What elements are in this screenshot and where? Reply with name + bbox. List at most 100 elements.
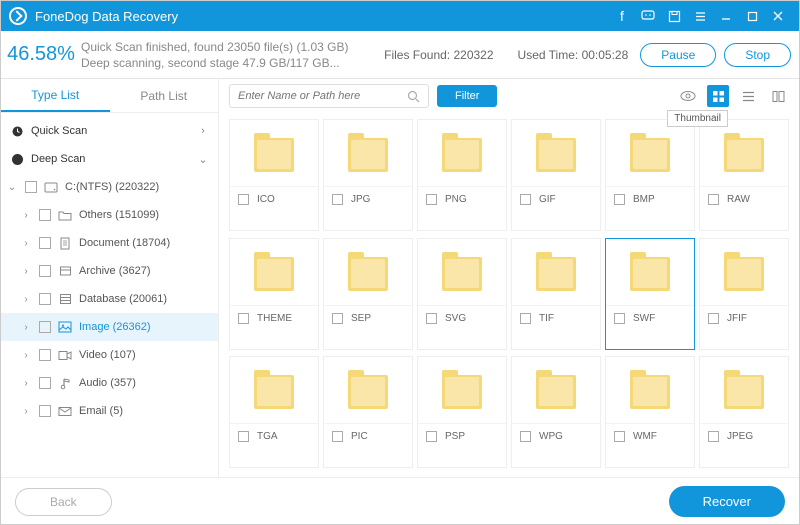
found-value: 220322 (453, 48, 493, 62)
checkbox[interactable] (39, 405, 51, 417)
tab-type-list[interactable]: Type List (1, 79, 110, 112)
folder-grid: ICO JPGPNG GIF BMP RAW THEMESEP SVG TIFSWFJFIF T… (219, 113, 799, 477)
feedback-icon[interactable] (635, 3, 661, 29)
folder-card[interactable]: TGA (229, 356, 319, 468)
tree-label: Others (151099) (79, 209, 210, 221)
tree-label: Database (20061) (79, 293, 210, 305)
save-icon[interactable] (661, 3, 687, 29)
tree-item-audio[interactable]: ›Audio (357) (1, 369, 218, 397)
checkbox[interactable] (614, 194, 625, 205)
folder-card[interactable]: WMF (605, 356, 695, 468)
checkbox[interactable] (39, 209, 51, 221)
stop-button[interactable]: Stop (724, 43, 791, 67)
chevron-right-icon: › (196, 125, 210, 137)
menu-icon[interactable] (687, 3, 713, 29)
checkbox[interactable] (520, 313, 531, 324)
preview-icon[interactable] (677, 85, 699, 107)
tree-quick-scan[interactable]: Quick Scan › (1, 117, 218, 145)
checkbox[interactable] (520, 431, 531, 442)
checkbox[interactable] (614, 313, 625, 324)
checkbox[interactable] (520, 194, 531, 205)
tree-item-video[interactable]: ›Video (107) (1, 341, 218, 369)
folder-card[interactable]: PSP (417, 356, 507, 468)
folder-card[interactable]: JFIF (699, 238, 789, 350)
folder-card[interactable]: PNG (417, 119, 507, 231)
checkbox[interactable] (25, 181, 37, 193)
folder-card[interactable]: WPG (511, 356, 601, 468)
checkbox[interactable] (238, 313, 249, 324)
recover-button[interactable]: Recover (669, 486, 785, 517)
time-label: Used Time: (518, 48, 579, 62)
folder-card[interactable]: RAW (699, 119, 789, 231)
folder-card[interactable]: JPEG (699, 356, 789, 468)
tree-item-archive[interactable]: ›Archive (3627) (1, 257, 218, 285)
folder-icon (536, 375, 576, 409)
search-field[interactable] (238, 90, 407, 102)
checkbox[interactable] (39, 265, 51, 277)
tree-item-email[interactable]: ›Email (5) (1, 397, 218, 425)
checkbox[interactable] (39, 377, 51, 389)
folder-card[interactable]: GIF (511, 119, 601, 231)
folder-card[interactable]: THEME (229, 238, 319, 350)
folder-icon (536, 138, 576, 172)
tree-drive[interactable]: ⌄ C:(NTFS) (220322) (1, 173, 218, 201)
audio-icon (57, 376, 73, 390)
toolbar: Filter Thumbnail (219, 79, 799, 113)
close-icon[interactable] (765, 3, 791, 29)
checkbox[interactable] (39, 321, 51, 333)
folder-icon (724, 257, 764, 291)
checkbox[interactable] (332, 431, 343, 442)
pause-button[interactable]: Pause (640, 43, 716, 67)
folder-card[interactable]: SWF (605, 238, 695, 350)
tree-label: Document (18704) (79, 237, 210, 249)
tree-item-doc[interactable]: ›Document (18704) (1, 229, 218, 257)
folder-name: GIF (539, 194, 556, 205)
checkbox[interactable] (39, 349, 51, 361)
checkbox[interactable] (332, 313, 343, 324)
folder-card[interactable]: SEP (323, 238, 413, 350)
folder-name: BMP (633, 194, 655, 205)
tab-path-list[interactable]: Path List (110, 79, 219, 112)
folder-name: PIC (351, 431, 368, 442)
folder-card[interactable]: JPG (323, 119, 413, 231)
view-thumbnail-button[interactable]: Thumbnail (707, 85, 729, 107)
tree-item-image[interactable]: ›Image (26362) (1, 313, 218, 341)
search-input[interactable] (229, 84, 429, 108)
tree-item-db[interactable]: ›Database (20061) (1, 285, 218, 313)
folder-icon (630, 138, 670, 172)
checkbox[interactable] (708, 194, 719, 205)
folder-name: SVG (445, 313, 466, 324)
folder-card[interactable]: SVG (417, 238, 507, 350)
folder-card[interactable]: ICO (229, 119, 319, 231)
checkbox[interactable] (426, 194, 437, 205)
folder-card[interactable]: PIC (323, 356, 413, 468)
tree-deep-scan[interactable]: Deep Scan ⌄ (1, 145, 218, 173)
checkbox[interactable] (332, 194, 343, 205)
folder-name: RAW (727, 194, 750, 205)
back-button[interactable]: Back (15, 488, 112, 516)
filter-button[interactable]: Filter (437, 85, 497, 107)
folder-name: ICO (257, 194, 275, 205)
facebook-icon[interactable]: f (609, 3, 635, 29)
checkbox[interactable] (238, 194, 249, 205)
view-detail-button[interactable] (767, 85, 789, 107)
chevron-right-icon: › (19, 210, 33, 221)
checkbox[interactable] (39, 293, 51, 305)
folder-card[interactable]: TIF (511, 238, 601, 350)
folder-name: TGA (257, 431, 278, 442)
tree-item-folder[interactable]: › Others (151099) (1, 201, 218, 229)
maximize-icon[interactable] (739, 3, 765, 29)
view-list-button[interactable] (737, 85, 759, 107)
checkbox[interactable] (426, 313, 437, 324)
checkbox[interactable] (39, 237, 51, 249)
checkbox[interactable] (708, 431, 719, 442)
folder-icon (724, 138, 764, 172)
folder-card[interactable]: BMP (605, 119, 695, 231)
app-logo-icon (9, 7, 27, 25)
minimize-icon[interactable] (713, 3, 739, 29)
checkbox[interactable] (708, 313, 719, 324)
folder-icon (442, 257, 482, 291)
checkbox[interactable] (426, 431, 437, 442)
checkbox[interactable] (614, 431, 625, 442)
checkbox[interactable] (238, 431, 249, 442)
